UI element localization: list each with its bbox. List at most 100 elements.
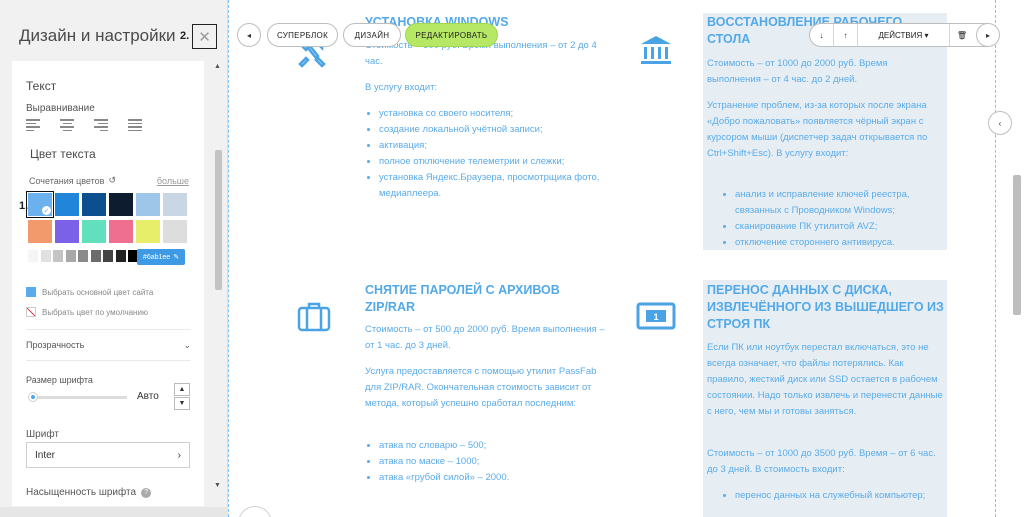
card-desc-passwords: Услуга предоставляется с помощью утилит … [365, 366, 597, 409]
chevron-right-icon: › [177, 449, 181, 461]
font-size-slider-track[interactable] [32, 396, 127, 399]
font-size-label: Размер шрифта [26, 375, 93, 385]
banknote-icon: 1 [636, 300, 676, 337]
gray-swatch[interactable] [40, 250, 51, 262]
list-item: атака по словарю – 500; [379, 438, 605, 454]
gray-swatch[interactable] [115, 250, 126, 262]
close-panel-button[interactable]: ✕ [192, 24, 217, 49]
site-color-icon [26, 287, 36, 297]
step-up-button[interactable]: ▲ [174, 383, 190, 396]
list-item: активация; [379, 138, 605, 154]
transparency-accordion[interactable]: Прозрачность ⌄ [26, 340, 191, 351]
move-up-button[interactable]: ↑ [834, 24, 858, 46]
text-settings-card: Текст Выравнивание Цвет текста Сочетания… [12, 61, 204, 506]
color-swatch[interactable] [28, 220, 52, 243]
font-select-value: Inter [35, 449, 56, 461]
step-down-button[interactable]: ▼ [174, 397, 190, 410]
site-color-option[interactable]: Выбрать основной цвет сайта [26, 287, 153, 297]
list-item: анализ и исправление ключей реестра, свя… [735, 187, 941, 219]
color-swatch[interactable] [109, 193, 133, 216]
card-price-transfer: Стоимость – от 1000 до 3500 руб. Время –… [707, 448, 936, 475]
card-price-restore: Стоимость – от 1000 до 2000 руб. Время в… [707, 58, 888, 85]
color-combos-row: Сочетания цветов ↺ больше [29, 175, 189, 186]
color-combos-label: Сочетания цветов ↺ [29, 175, 116, 186]
color-swatch[interactable] [136, 193, 160, 216]
panel-footer [0, 507, 228, 517]
add-block-button[interactable] [238, 506, 272, 517]
color-swatch[interactable] [55, 220, 79, 243]
card-list-windows: установка со своего носителя;создание ло… [365, 106, 605, 202]
card-list-passwords: атака по словарю – 500;атака по маске – … [365, 438, 605, 486]
color-swatch[interactable] [82, 220, 106, 243]
gray-swatch[interactable] [28, 250, 38, 262]
color-swatch[interactable] [163, 220, 187, 243]
list-item: перенос данных на служебный компьютер; [735, 488, 941, 504]
actions-dropdown[interactable]: ДЕЙСТВИЯ ▾ [858, 24, 950, 46]
card-price-passwords: Стоимость – от 500 до 2000 руб. Время вы… [365, 324, 605, 351]
more-colors-link[interactable]: больше [157, 176, 189, 186]
delete-block-button[interactable]: 🗑 [950, 24, 974, 46]
card-desc-restore: Устранение проблем, из-за которых после … [707, 100, 928, 159]
color-swatch[interactable] [163, 193, 187, 216]
bank-icon [638, 32, 674, 73]
font-size-stepper: ▲ ▼ [174, 383, 190, 411]
card-list-transfer: перенос данных на служебный компьютер; [721, 488, 941, 504]
card-list-restore: анализ и исправление ключей реестра, свя… [721, 187, 941, 251]
block-boundary-right [995, 0, 996, 517]
gray-swatch[interactable] [53, 250, 63, 262]
default-color-option[interactable]: Выбрать цвет по умолчанию [26, 307, 148, 317]
annotation-label-1: 1. [19, 200, 29, 212]
design-button[interactable]: ДИЗАЙН [343, 23, 401, 47]
color-swatch[interactable] [82, 193, 106, 216]
hex-color-value: #6ab1ee [142, 253, 171, 261]
superblock-button[interactable]: СУПЕРБЛОК [267, 23, 338, 47]
gray-swatch[interactable] [103, 250, 113, 262]
font-weight-label: Насыщенность шрифта ? [26, 487, 152, 498]
color-swatch[interactable] [109, 220, 133, 243]
align-right-icon[interactable] [94, 119, 108, 131]
side-panel-toggle-button[interactable]: ‹ [988, 111, 1012, 135]
align-justify-icon[interactable] [128, 119, 142, 131]
move-down-button[interactable]: ↓ [810, 24, 834, 46]
color-swatch[interactable] [55, 193, 79, 216]
help-icon[interactable]: ? [141, 487, 152, 498]
gray-swatch[interactable] [78, 250, 88, 262]
next-block-button[interactable]: ▸ [976, 23, 1000, 47]
prev-block-button[interactable]: ◂ [237, 23, 261, 47]
page-scrollbar[interactable] [1013, 175, 1021, 315]
checkmark-icon: ✓ [42, 206, 51, 215]
design-settings-panel: Дизайн и настройки 2. ✕ Текст Выравниван… [0, 0, 228, 517]
divider [26, 360, 191, 361]
align-left-icon[interactable] [26, 119, 40, 131]
annotation-label-2: 2. [180, 30, 190, 42]
color-swatch[interactable]: ✓ [26, 191, 54, 218]
divider [26, 329, 191, 330]
color-swatch[interactable] [136, 220, 160, 243]
scroll-up-icon[interactable]: ▲ [214, 63, 221, 70]
briefcase-icon [296, 298, 332, 339]
scroll-down-icon[interactable]: ▼ [214, 482, 221, 489]
card-desc-transfer: Если ПК или ноутбук перестал включаться,… [707, 342, 943, 417]
card-intro-windows: В услугу входит: [365, 82, 438, 93]
list-item: сканирование ПК утилитой AVZ; [735, 219, 941, 235]
alignment-options [26, 119, 142, 131]
font-size-slider-handle[interactable] [28, 392, 38, 402]
color-combos-text: Сочетания цветов [29, 175, 105, 186]
panel-scrollbar[interactable] [215, 150, 222, 290]
font-label: Шрифт [26, 429, 59, 440]
edit-button[interactable]: РЕДАКТИРОВАТЬ [405, 23, 498, 47]
gray-swatch[interactable] [65, 250, 76, 262]
panel-title: Дизайн и настройки [19, 26, 176, 45]
hex-color-button[interactable]: #6ab1ee ✎ [137, 249, 185, 265]
svg-text:1: 1 [653, 312, 658, 322]
reset-icon[interactable]: ↺ [108, 175, 116, 186]
list-item: установка со своего носителя; [379, 106, 605, 122]
gray-swatch[interactable] [90, 250, 101, 262]
font-select[interactable]: Inter › [26, 442, 190, 468]
card-title-transfer: ПЕРЕНОС ДАННЫХ С ДИСКА, ИЗВЛЕЧЁННОГО ИЗ … [707, 283, 944, 331]
align-center-icon[interactable] [60, 119, 74, 131]
page-editor-canvas: УСТАНОВКА WINDOWS Стоимость – 500 руб. В… [228, 0, 1024, 517]
alignment-label: Выравнивание [26, 103, 95, 114]
list-item: атака «грубой силой» – 2000. [379, 470, 605, 486]
list-item: отключение стороннего антивируса. [735, 235, 941, 251]
